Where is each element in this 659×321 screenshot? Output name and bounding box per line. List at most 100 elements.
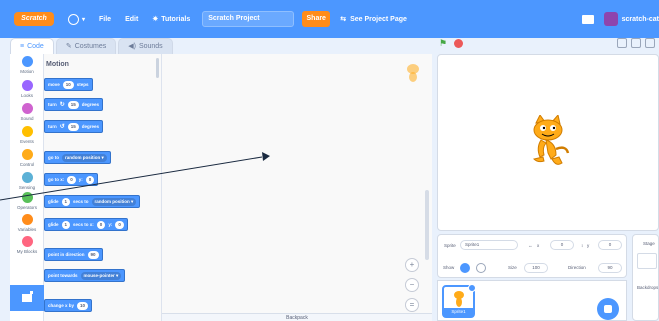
block-text: steps — [76, 82, 89, 87]
add-extension-button[interactable] — [10, 285, 44, 311]
category-motion[interactable]: Motion — [10, 56, 44, 74]
code-scrollbar[interactable] — [425, 190, 429, 260]
block-input[interactable]: 1 — [61, 197, 71, 206]
see-project-page-button[interactable]: ⇆ See Project Page — [340, 15, 407, 24]
events-dot-icon — [21, 126, 33, 137]
looks-dot-icon — [21, 80, 33, 91]
zoom-out-button[interactable]: − — [405, 278, 419, 292]
speaker-icon: ◀) — [128, 43, 136, 50]
category-sensing[interactable]: Sensing — [10, 172, 44, 190]
add-sprite-button[interactable] — [597, 298, 619, 320]
category-my-blocks[interactable]: My Blocks — [10, 236, 44, 254]
block-dropdown[interactable]: random position ▾ — [91, 197, 137, 206]
size-field[interactable]: 100 — [524, 263, 548, 273]
chevron-down-icon: ▾ — [82, 16, 86, 23]
sprite-name-field[interactable]: Sprite1 — [460, 240, 518, 250]
sensing-dot-icon — [21, 172, 33, 183]
tab-sounds[interactable]: ◀) Sounds — [118, 38, 173, 54]
category-looks[interactable]: Looks — [10, 80, 44, 98]
block-input[interactable]: 0 — [96, 220, 106, 229]
scratch-cat-sprite[interactable] — [526, 115, 570, 171]
rotate-left-icon: ↺ — [59, 124, 65, 130]
zoom-in-button[interactable]: + — [405, 258, 419, 272]
backdrop-thumbnail — [637, 253, 657, 269]
avatar[interactable] — [603, 12, 618, 26]
block-change-x[interactable]: change x by 10 — [44, 299, 93, 312]
stop-icon[interactable] — [454, 39, 463, 48]
block-text: point in direction — [48, 252, 85, 257]
tab-code[interactable]: ≡ Code — [10, 38, 54, 54]
y-field[interactable]: 0 — [598, 240, 622, 250]
project-title-input[interactable]: Scratch Project — [202, 11, 295, 27]
block-text: turn — [48, 124, 57, 129]
show-visible-eye-icon[interactable] — [460, 263, 470, 273]
block-input[interactable]: 10 — [77, 301, 89, 310]
stage-canvas[interactable] — [437, 54, 659, 231]
block-glide-xy[interactable]: glide 1 secs to x: 0 y: 0 — [44, 218, 128, 231]
hide-eye-icon[interactable] — [476, 263, 486, 273]
palette-title: Motion — [46, 61, 69, 68]
language-menu[interactable]: ▾ — [68, 13, 86, 25]
fullscreen-icon[interactable] — [645, 38, 655, 48]
delete-sprite-icon[interactable] — [468, 284, 476, 292]
block-text: glide — [48, 199, 59, 204]
backdrops-label: Backdrops — [637, 285, 659, 290]
palette-scrollbar[interactable] — [156, 58, 159, 78]
block-text: turn — [48, 102, 57, 107]
block-turn-left[interactable]: turn ↺ 15 degrees — [44, 120, 104, 133]
block-turn-right[interactable]: turn ↻ 15 degrees — [44, 98, 104, 111]
block-text: go to x: — [48, 177, 65, 182]
sprite-info-panel: Sprite Sprite1 ↔ x 0 ↕ y 0 Show Size 100… — [437, 234, 627, 278]
category-sound[interactable]: Sound — [10, 103, 44, 121]
tutorials-menu[interactable]: ✷ Tutorials — [152, 15, 191, 24]
block-input[interactable]: 0 — [115, 220, 124, 229]
block-input[interactable]: 15 — [67, 100, 79, 109]
green-flag-icon[interactable]: ⚑ — [439, 38, 447, 49]
block-input[interactable]: 1 — [61, 220, 71, 229]
category-label: My Blocks — [16, 249, 38, 254]
block-glide-to[interactable]: glide 1 secs to random position ▾ — [44, 195, 141, 208]
my-blocks-dot-icon — [21, 236, 33, 247]
category-operators[interactable]: Operators — [10, 192, 44, 210]
block-input[interactable]: 15 — [67, 122, 79, 131]
username-label[interactable]: scratch-cat — [622, 16, 659, 23]
category-label: Control — [19, 162, 35, 167]
tab-costumes[interactable]: ✎ Costumes — [55, 38, 117, 54]
category-control[interactable]: Control — [10, 149, 44, 167]
code-area[interactable] — [162, 54, 432, 321]
large-stage-icon[interactable] — [631, 38, 641, 48]
block-go-to-xy[interactable]: go to x: 0 y: 0 — [44, 173, 99, 186]
block-input[interactable]: 0 — [85, 175, 95, 184]
block-move[interactable]: move 10 steps — [44, 78, 93, 91]
block-input[interactable]: 10 — [62, 80, 74, 89]
tutorials-label: Tutorials — [161, 15, 191, 23]
block-input[interactable]: 90 — [87, 250, 99, 259]
my-stuff-icon[interactable] — [581, 14, 594, 24]
block-go-to[interactable]: go to random position ▾ — [44, 151, 111, 164]
dropdown-value: mouse-pointer — [83, 272, 115, 278]
sprite-tile[interactable]: Sprite1 — [442, 284, 476, 318]
direction-field[interactable]: 90 — [598, 263, 622, 273]
edit-menu[interactable]: Edit — [125, 16, 138, 23]
category-events[interactable]: Events — [10, 126, 44, 144]
block-dropdown[interactable]: mouse-pointer ▾ — [80, 271, 122, 280]
category-variables[interactable]: Variables — [10, 214, 44, 232]
block-text: y: — [78, 177, 83, 182]
block-point-towards[interactable]: point towards mouse-pointer ▾ — [44, 269, 126, 282]
block-text: degrees — [81, 124, 100, 129]
tab-sounds-label: Sounds — [138, 43, 163, 50]
stage-target-panel[interactable]: Stage Backdrops — [632, 234, 659, 321]
x-field[interactable]: 0 — [550, 240, 574, 250]
block-input[interactable]: 0 — [67, 175, 76, 184]
share-button[interactable]: Share — [302, 11, 331, 27]
scratch-logo[interactable]: Scratch — [14, 12, 54, 26]
zoom-reset-button[interactable]: = — [405, 298, 419, 312]
block-dropdown[interactable]: random position ▾ — [62, 153, 107, 162]
block-point-in-direction[interactable]: point in direction 90 — [44, 248, 103, 261]
backpack-bar[interactable]: Backpack — [162, 313, 432, 321]
globe-icon — [68, 13, 79, 25]
x-arrow-icon: ↔ — [528, 243, 533, 248]
file-menu[interactable]: File — [99, 16, 111, 23]
small-stage-icon[interactable] — [617, 38, 627, 48]
scratch-editor: Scratch ▾ File Edit ✷ Tutorials Scratch … — [0, 0, 659, 321]
